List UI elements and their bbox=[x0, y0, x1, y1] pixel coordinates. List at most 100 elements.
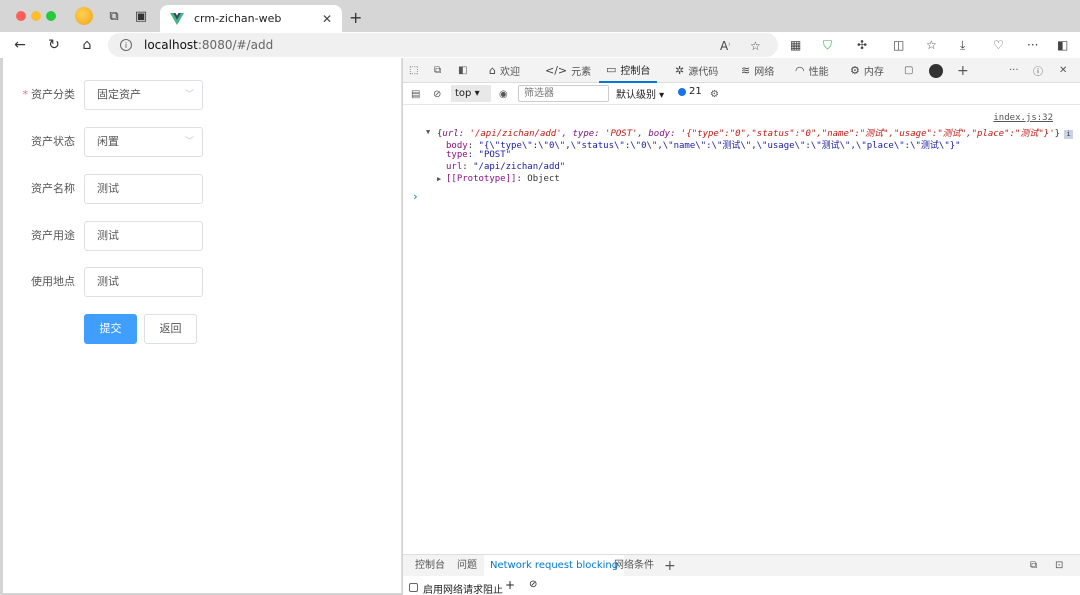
drawer-tab-network-blocking[interactable]: Network request blocking bbox=[484, 555, 625, 577]
dock-icon[interactable]: ◧ bbox=[458, 58, 467, 83]
home-icon[interactable]: ⌂ bbox=[78, 36, 96, 54]
new-tab-button[interactable]: + bbox=[349, 8, 362, 27]
shield-icon[interactable]: ⛉ bbox=[823, 33, 832, 57]
split-screen-icon[interactable]: ◫ bbox=[893, 33, 904, 57]
tab-actions-icon[interactable]: ▣ bbox=[133, 8, 149, 24]
add-tool-button[interactable]: + bbox=[957, 58, 969, 83]
profile-icon[interactable] bbox=[75, 7, 93, 25]
record-icon[interactable] bbox=[929, 58, 943, 83]
favorites-icon[interactable]: ☆ bbox=[926, 33, 937, 57]
drawer-tabs: 控制台 问题 Network request blocking 网络条件 + ⧉… bbox=[403, 554, 1080, 577]
required-mark: * bbox=[22, 88, 29, 101]
gauge-icon: ◠ bbox=[795, 64, 805, 77]
devtools-panel: ⬚ ⧉ ◧ ⌂ 欢迎 </> 元素 ▭ 控制台 ✲ 源代码 ≋ 网络 ◠ 性能 ⚙ 内存 ▢ … bbox=[403, 58, 1080, 595]
drawer-tab-console[interactable]: 控制台 bbox=[415, 555, 445, 577]
sidebar-toggle-icon[interactable]: ◧ bbox=[1057, 33, 1068, 57]
vue-logo-icon bbox=[170, 12, 184, 25]
window-close-button[interactable] bbox=[16, 11, 26, 21]
workspaces-icon[interactable]: ⧉ bbox=[106, 8, 122, 24]
inspect-icon[interactable]: ⬚ bbox=[409, 58, 418, 83]
form-label: * 资产分类 bbox=[22, 88, 76, 101]
help-icon[interactable]: ⓘ bbox=[1033, 58, 1043, 83]
tab-sources[interactable]: ✲ 源代码 bbox=[675, 58, 718, 83]
url-field[interactable]: i localhost:8080/#/add A ⁾ ☆ bbox=[108, 33, 778, 57]
source-link[interactable]: index.js:32 bbox=[993, 113, 1053, 123]
context-select[interactable]: top ▾ bbox=[451, 85, 491, 102]
log-levels-select[interactable]: 默认级别 ▾ bbox=[616, 86, 664, 101]
code-icon: </> bbox=[545, 64, 568, 77]
clear-console-icon[interactable]: ⊘ bbox=[433, 83, 441, 105]
gear-icon[interactable]: ⚙ bbox=[710, 83, 719, 105]
devtools-toolbar: ⬚ ⧉ ◧ ⌂ 欢迎 </> 元素 ▭ 控制台 ✲ 源代码 ≋ 网络 ◠ 性能 ⚙ 内存 ▢ … bbox=[403, 58, 1080, 83]
address-bar-row: ← ↻ ⌂ i localhost:8080/#/add A ⁾ ☆ ▦ ⛉ ✣ … bbox=[0, 32, 1080, 58]
tab-memory[interactable]: ⚙ 内存 bbox=[850, 58, 884, 83]
performance-icon[interactable]: ♡ bbox=[993, 33, 1004, 57]
drawer-tab-network-conditions[interactable]: 网络条件 bbox=[614, 555, 654, 577]
page-content: * 资产分类 固定资产 ﹀ 资产状态 闲置 ﹀ 资产名称 测试 资产用途 测试 使用地… bbox=[3, 58, 402, 593]
close-icon[interactable]: ✕ bbox=[322, 12, 332, 26]
log-prop-prototype[interactable]: [[Prototype]]: Object bbox=[446, 174, 560, 184]
url-path: :8080/#/add bbox=[197, 38, 274, 52]
console-prompt-icon[interactable]: › bbox=[412, 190, 419, 203]
issues-counter[interactable]: 21 bbox=[678, 86, 702, 97]
form-label: 使用地点 bbox=[31, 275, 75, 288]
tab-network[interactable]: ≋ 网络 bbox=[741, 58, 774, 83]
window-minimize-button[interactable] bbox=[31, 11, 41, 21]
expand-caret-icon[interactable]: ▶ bbox=[437, 175, 441, 183]
submit-button[interactable]: 提交 bbox=[84, 314, 137, 344]
add-pattern-button[interactable]: + bbox=[505, 578, 515, 592]
category-select[interactable]: 固定资产 ﹀ bbox=[84, 80, 203, 110]
tab-elements[interactable]: </> 元素 bbox=[545, 58, 591, 83]
device-icon[interactable]: ⧉ bbox=[434, 58, 441, 83]
extension-icon[interactable]: ▦ bbox=[790, 33, 801, 57]
close-drawer-icon[interactable]: ⊡ bbox=[1055, 555, 1063, 577]
wifi-icon: ≋ bbox=[741, 64, 751, 77]
live-expression-icon[interactable]: ◉ bbox=[499, 83, 508, 105]
place-input[interactable]: 测试 bbox=[84, 267, 203, 297]
status-select[interactable]: 闲置 ﹀ bbox=[84, 127, 203, 157]
sidebar-toggle-icon[interactable]: ▤ bbox=[411, 83, 420, 105]
tab-performance[interactable]: ◠ 性能 bbox=[795, 58, 829, 83]
tab-console[interactable]: ▭ 控制台 bbox=[599, 58, 658, 83]
form-label: 资产状态 bbox=[31, 135, 75, 148]
console-toolbar: ▤ ⊘ top ▾ ◉ 筛选器 默认级别 ▾ 21 ⚙ bbox=[403, 83, 1080, 105]
add-drawer-tab-button[interactable]: + bbox=[664, 555, 676, 577]
form-row-status: 资产状态 闲置 ﹀ bbox=[3, 127, 402, 157]
url-host: localhost bbox=[144, 38, 198, 52]
read-aloud-icon[interactable]: A ⁾ bbox=[720, 34, 730, 58]
expand-caret-icon[interactable]: ▼ bbox=[426, 128, 430, 136]
name-input[interactable]: 测试 bbox=[84, 174, 203, 204]
browser-tab[interactable]: crm-zichan-web ✕ bbox=[160, 5, 342, 32]
form-row-category: * 资产分类 固定资产 ﹀ bbox=[3, 80, 402, 110]
usage-input[interactable]: 测试 bbox=[84, 221, 203, 251]
gear-icon: ⚙ bbox=[850, 64, 860, 77]
info-icon[interactable]: i bbox=[120, 39, 132, 51]
browser-tab-bar: ⧉ ▣ crm-zichan-web ✕ + bbox=[0, 0, 1080, 32]
form-label: 资产用途 bbox=[31, 229, 75, 242]
drawer-content: 启用网络请求阻止 + ⊘ bbox=[403, 576, 1080, 595]
back-button[interactable]: 返回 bbox=[144, 314, 197, 344]
close-icon[interactable]: ✕ bbox=[1059, 58, 1067, 83]
more-menu-icon[interactable]: ··· bbox=[1027, 33, 1038, 57]
form-row-place: 使用地点 测试 bbox=[3, 267, 402, 297]
back-icon[interactable]: ← bbox=[11, 36, 29, 54]
enable-blocking-label: 启用网络请求阻止 bbox=[423, 585, 503, 595]
download-icon[interactable]: ⤓ bbox=[960, 33, 965, 57]
reload-icon[interactable]: ↻ bbox=[45, 36, 63, 54]
clear-icon[interactable]: ⊘ bbox=[529, 579, 537, 590]
drawer-tab-issues[interactable]: 问题 bbox=[457, 555, 477, 577]
more-menu-icon[interactable]: ··· bbox=[1009, 58, 1019, 83]
tab-welcome[interactable]: ⌂ 欢迎 bbox=[489, 58, 520, 83]
form-row-name: 资产名称 测试 bbox=[3, 174, 402, 204]
extensions-puzzle-icon[interactable]: ✣ bbox=[857, 33, 867, 57]
filter-input[interactable]: 筛选器 bbox=[518, 85, 609, 102]
application-icon[interactable]: ▢ bbox=[904, 58, 913, 83]
form-row-usage: 资产用途 测试 bbox=[3, 221, 402, 251]
window-maximize-button[interactable] bbox=[46, 11, 56, 21]
favorite-star-icon[interactable]: ☆ bbox=[750, 34, 761, 58]
chevron-down-icon: ﹀ bbox=[184, 90, 194, 100]
console-icon: ▭ bbox=[606, 63, 617, 76]
enable-blocking-checkbox[interactable] bbox=[409, 583, 418, 592]
dock-drawer-icon[interactable]: ⧉ bbox=[1030, 555, 1037, 577]
issues-icon bbox=[678, 87, 686, 96]
